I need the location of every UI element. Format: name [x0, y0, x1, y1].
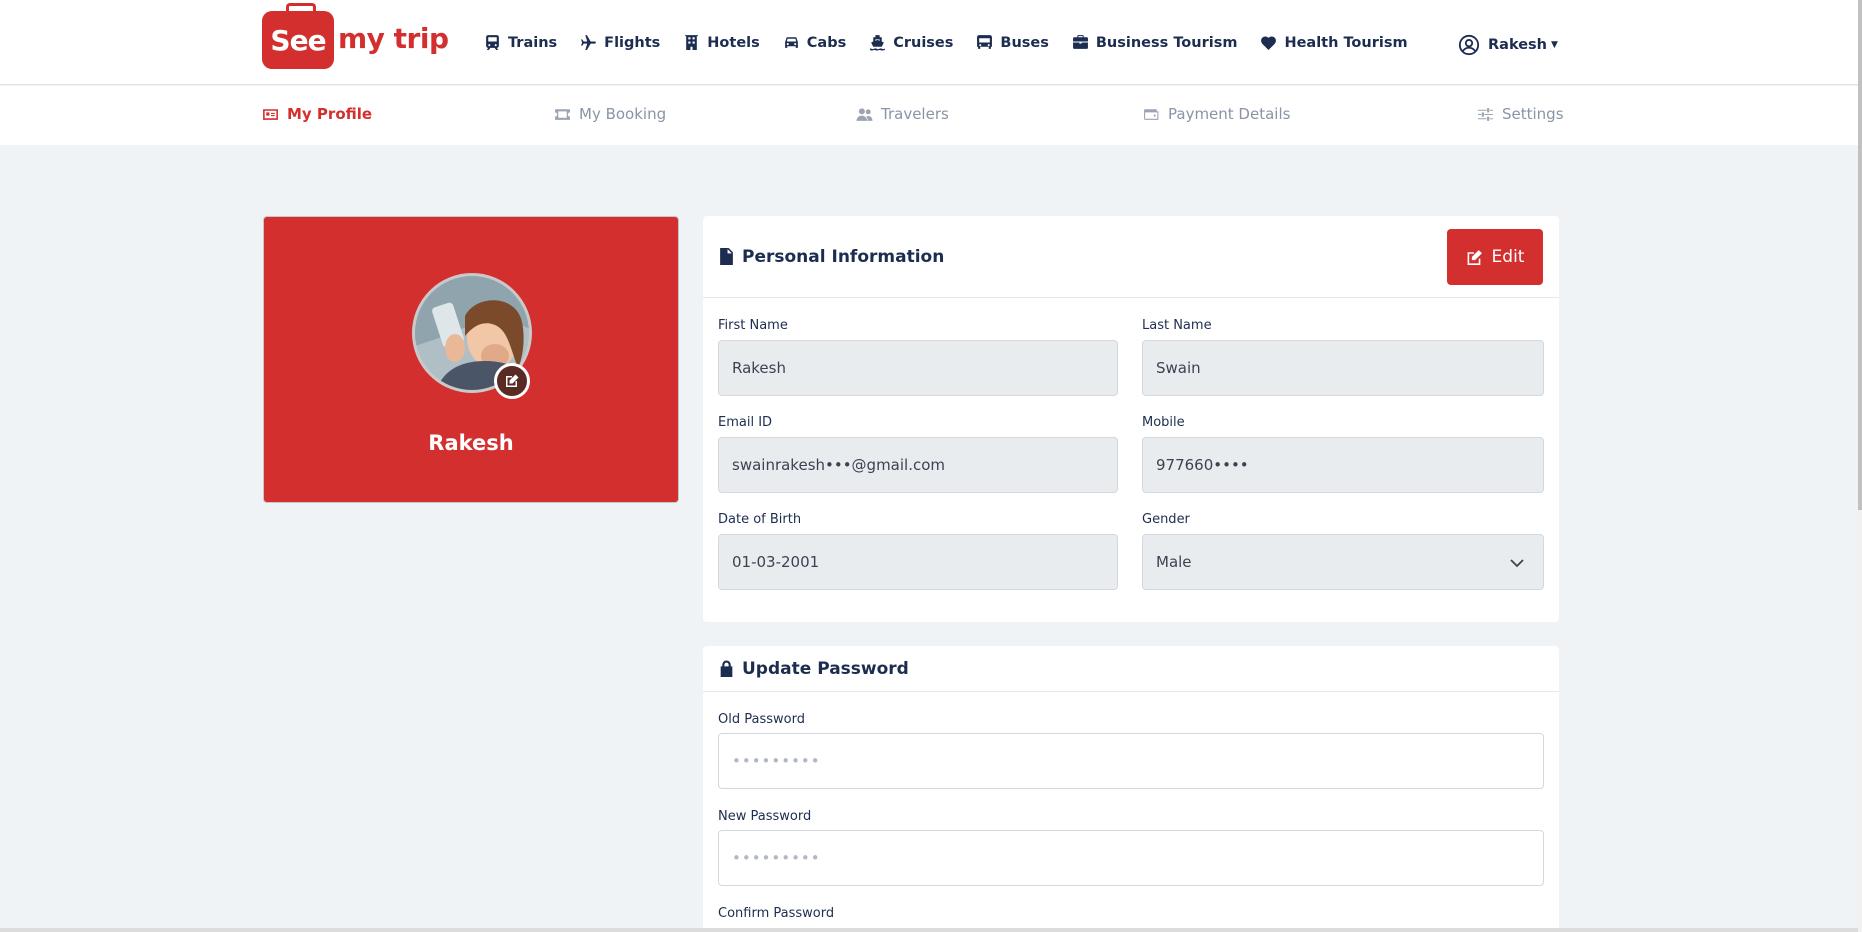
personal-info-panel: Personal Information Edit First Name Rak…: [703, 216, 1559, 622]
gender-select[interactable]: Male: [1142, 534, 1544, 590]
profile-name: Rakesh: [428, 431, 514, 455]
scrollbar-thumb[interactable]: [1858, 0, 1862, 510]
tab-travelers[interactable]: Travelers: [856, 105, 949, 123]
gender-label: Gender: [1142, 512, 1190, 527]
update-password-header: Update Password: [703, 646, 1559, 692]
wallet-icon: [1144, 108, 1159, 120]
tab-label: Settings: [1502, 105, 1564, 123]
nav-trains[interactable]: Trains: [484, 34, 557, 51]
id-card-icon: [263, 108, 278, 120]
logo-text: my trip: [338, 21, 449, 55]
nav-health-tourism[interactable]: Health Tourism: [1260, 34, 1408, 51]
user-menu[interactable]: Rakesh ▼: [1458, 34, 1558, 56]
top-navbar: See my trip Trains Flights Hotels Cabs C…: [0, 0, 1858, 85]
old-password-input[interactable]: •••••••••: [718, 733, 1544, 789]
profile-tabs: My Profile My Booking Travelers Payment …: [0, 86, 1858, 145]
dob-field[interactable]: 01-03-2001: [718, 534, 1118, 590]
edit-icon: [1467, 249, 1482, 265]
nav-label: Hotels: [707, 34, 760, 51]
suitcase-logo-icon: See: [262, 3, 334, 69]
first-name-label: First Name: [718, 318, 788, 333]
main-nav: Trains Flights Hotels Cabs Cruises Buses…: [484, 34, 1431, 51]
heart-pulse-icon: [1261, 36, 1277, 50]
personal-info-title: Personal Information: [719, 247, 944, 267]
tab-label: My Booking: [579, 105, 667, 123]
tab-label: Payment Details: [1168, 105, 1291, 123]
panel-title-text: Personal Information: [742, 246, 945, 267]
tab-payment-details[interactable]: Payment Details: [1143, 105, 1290, 123]
first-name-field[interactable]: Rakesh: [718, 340, 1118, 396]
confirm-password-label: Confirm Password: [718, 906, 835, 921]
tab-label: My Profile: [287, 105, 373, 123]
user-circle-icon: [1458, 34, 1480, 56]
update-password-panel: Update Password Old Password ••••••••• N…: [703, 646, 1559, 932]
profile-card: Rakesh: [263, 216, 679, 503]
mobile-field[interactable]: 977660••••: [1142, 437, 1544, 493]
vertical-scrollbar[interactable]: [1858, 0, 1862, 932]
tab-settings[interactable]: Settings: [1477, 105, 1564, 123]
dob-label: Date of Birth: [718, 512, 802, 527]
brand-logo[interactable]: See my trip: [262, 3, 449, 69]
old-password-label: Old Password: [718, 712, 805, 727]
edit-icon: [506, 374, 519, 387]
nav-label: Buses: [1000, 34, 1049, 51]
plane-icon: [581, 35, 597, 50]
caret-down-icon: ▼: [1551, 40, 1558, 50]
gender-value: Male: [1156, 553, 1192, 571]
nav-cruises[interactable]: Cruises: [869, 34, 953, 51]
nav-label: Trains: [508, 34, 558, 51]
train-icon: [486, 35, 499, 50]
nav-label: Cruises: [893, 34, 954, 51]
users-icon: [856, 107, 873, 121]
nav-business-tourism[interactable]: Business Tourism: [1072, 34, 1238, 51]
tab-label: Travelers: [881, 105, 949, 123]
avatar-edit-button[interactable]: [494, 363, 530, 399]
nav-label: Cabs: [806, 34, 847, 51]
nav-cabs[interactable]: Cabs: [783, 34, 846, 51]
horizontal-scrollbar[interactable]: [0, 928, 1858, 932]
ship-icon: [870, 35, 886, 51]
last-name-field[interactable]: Swain: [1142, 340, 1544, 396]
nav-buses[interactable]: Buses: [976, 34, 1049, 51]
email-label: Email ID: [718, 415, 773, 430]
tab-my-profile[interactable]: My Profile: [262, 105, 372, 123]
panel-title-text: Update Password: [742, 658, 909, 679]
mobile-label: Mobile: [1142, 415, 1185, 430]
nav-label: Health Tourism: [1284, 34, 1408, 51]
last-name-label: Last Name: [1142, 318, 1212, 333]
user-name: Rakesh: [1488, 37, 1547, 53]
briefcase-icon: [1072, 35, 1088, 49]
sliders-icon: [1478, 107, 1493, 121]
nav-label: Flights: [604, 34, 661, 51]
tab-my-booking[interactable]: My Booking: [554, 105, 666, 123]
nav-hotels[interactable]: Hotels: [683, 34, 760, 51]
car-icon: [784, 37, 798, 48]
lock-icon: [720, 660, 733, 677]
personal-info-header: Personal Information Edit: [703, 216, 1559, 298]
new-password-input[interactable]: •••••••••: [718, 830, 1544, 886]
logo-see-text: See: [270, 23, 326, 57]
nav-label: Business Tourism: [1095, 34, 1238, 51]
hotel-icon: [685, 35, 699, 50]
new-password-label: New Password: [718, 809, 812, 824]
nav-flights[interactable]: Flights: [580, 34, 660, 51]
email-field[interactable]: swainrakesh•••@gmail.com: [718, 437, 1118, 493]
chevron-down-icon: [1510, 559, 1524, 568]
document-icon: [720, 248, 733, 265]
bus-icon: [977, 35, 993, 49]
update-password-title: Update Password: [719, 659, 909, 679]
ticket-icon: [555, 108, 570, 120]
edit-button[interactable]: Edit: [1447, 229, 1543, 285]
edit-label: Edit: [1491, 247, 1525, 267]
